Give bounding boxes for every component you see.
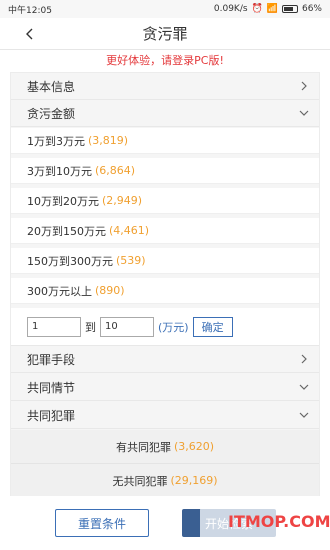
status-time: 中午12:05 [8, 5, 52, 16]
amount-option-4[interactable]: 20万到150万元 (4,461) [11, 218, 319, 244]
chevron-down-icon [299, 412, 309, 418]
amount-range-row: 到 (万元) 确定 [11, 308, 319, 346]
section-amount[interactable]: 贪污金额 [11, 100, 319, 127]
section-label: 共同犯罪 [27, 408, 76, 423]
section-joint-plot[interactable]: 共同情节 [11, 374, 319, 401]
chevron-right-icon [301, 81, 307, 91]
option-count: (3,819) [88, 134, 129, 147]
bottom-action-bar: 重置条件 开始检索 ITMOP.COM [0, 496, 330, 550]
joint-crime-option-no[interactable]: 无共同犯罪 (29,169) [11, 464, 319, 498]
alarm-icon: ⏰ [251, 4, 263, 14]
option-count: (4,461) [109, 224, 150, 237]
option-label: 3万到10万元 [27, 164, 92, 178]
option-count: (6,864) [95, 164, 136, 177]
option-count: (539) [116, 254, 146, 267]
option-count: (890) [95, 284, 125, 297]
option-count: (2,949) [102, 194, 143, 207]
status-bar: 中午12:05 0.09K/s ⏰ 📶 66% [0, 0, 330, 18]
section-joint-crime[interactable]: 共同犯罪 [11, 402, 319, 429]
watermark-logo: ITMOP.COM [200, 506, 330, 542]
amount-option-3[interactable]: 10万到20万元 (2,949) [11, 188, 319, 214]
back-button[interactable] [20, 24, 40, 44]
battery-percent: 66% [301, 4, 322, 14]
watermark-text: ITMOP.COM [228, 512, 330, 531]
section-label: 共同情节 [27, 380, 76, 395]
amount-option-1[interactable]: 1万到3万元 (3,819) [11, 128, 319, 154]
wifi-icon: 📶 [266, 4, 278, 14]
reset-button[interactable]: 重置条件 [55, 509, 149, 537]
confirm-button[interactable]: 确定 [192, 316, 233, 337]
amount-option-2[interactable]: 3万到10万元 (6,864) [11, 158, 319, 184]
chevron-down-icon [299, 384, 309, 390]
option-label: 有共同犯罪 [115, 440, 171, 454]
navigation-bar: 贪污罪 [0, 18, 330, 50]
option-count: (29,169) [170, 474, 218, 487]
page-title: 贪污罪 [142, 25, 188, 43]
status-indicators: 0.09K/s ⏰ 📶 66% [214, 4, 322, 14]
chevron-down-icon [299, 110, 309, 116]
amount-option-5[interactable]: 150万到300万元 (539) [11, 248, 319, 274]
range-from-input[interactable] [27, 316, 81, 337]
option-label: 10万到20万元 [27, 194, 99, 208]
chevron-left-icon [26, 28, 33, 40]
range-separator: 到 [85, 320, 96, 334]
section-label: 犯罪手段 [27, 352, 76, 367]
option-label: 150万到300万元 [27, 254, 113, 268]
filter-panel: 基本信息 贪污金额 1万到3万元 (3,819) 3万到10万元 (6,864)… [10, 72, 320, 498]
range-to-input[interactable] [100, 316, 154, 337]
amount-option-6[interactable]: 300万元以上 (890) [11, 278, 319, 304]
range-unit: (万元) [158, 320, 189, 334]
battery-icon [281, 5, 298, 13]
joint-crime-option-yes[interactable]: 有共同犯罪 (3,620) [11, 430, 319, 464]
network-speed: 0.09K/s [213, 4, 248, 14]
section-label: 贪污金额 [27, 106, 76, 121]
option-label: 1万到3万元 [27, 134, 85, 148]
section-basic-info[interactable]: 基本信息 [11, 73, 319, 100]
option-count: (3,620) [173, 440, 215, 453]
chevron-right-icon [301, 354, 307, 364]
option-label: 300万元以上 [27, 284, 92, 298]
option-label: 无共同犯罪 [112, 474, 168, 488]
login-notice[interactable]: 更好体验，请登录PC版! [0, 50, 330, 72]
option-label: 20万到150万元 [27, 224, 106, 238]
section-label: 基本信息 [27, 79, 76, 94]
section-method[interactable]: 犯罪手段 [11, 346, 319, 373]
